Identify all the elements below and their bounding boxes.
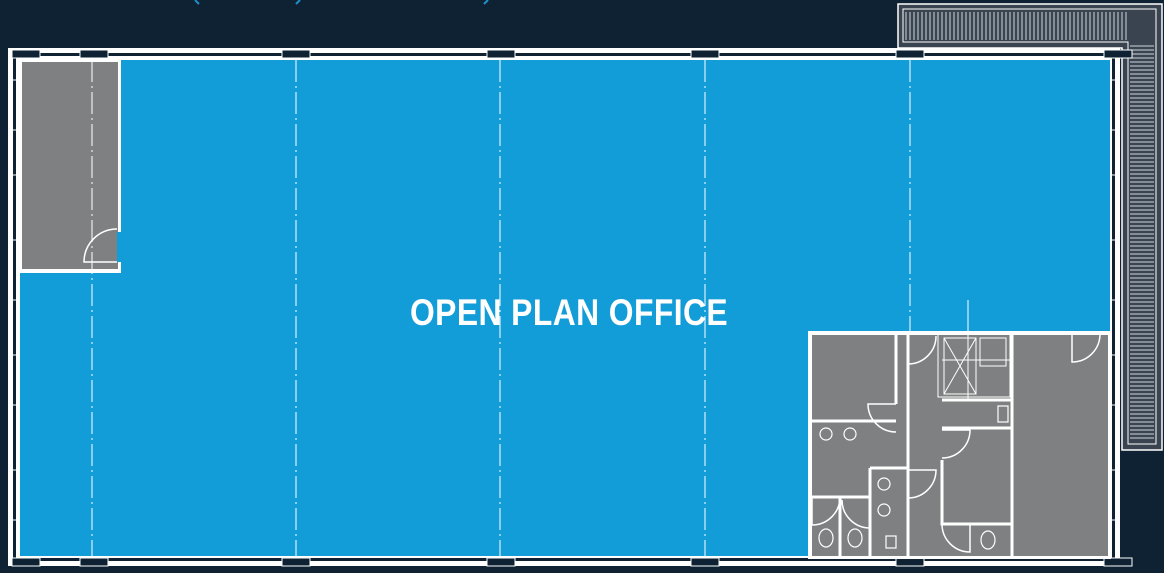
column-marker [281,557,311,567]
column-marker [690,49,720,59]
header-fragment [194,0,489,5]
column-marker [486,49,516,59]
column-marker [486,557,516,567]
floor-plan-drawing [8,0,1163,567]
column-marker [11,557,41,567]
column-marker [1103,557,1133,567]
column-marker [79,557,109,567]
store-room [18,58,121,273]
room-label: OPEN PLAN OFFICE [410,292,729,333]
column-marker [895,49,925,59]
column-marker [895,557,925,567]
column-marker [281,49,311,59]
column-marker [11,49,41,59]
floor-plan: OPEN PLAN OFFICE [0,0,1164,573]
column-marker [79,49,109,59]
building-core [808,300,1111,559]
column-marker [690,557,720,567]
column-marker [1103,49,1133,59]
